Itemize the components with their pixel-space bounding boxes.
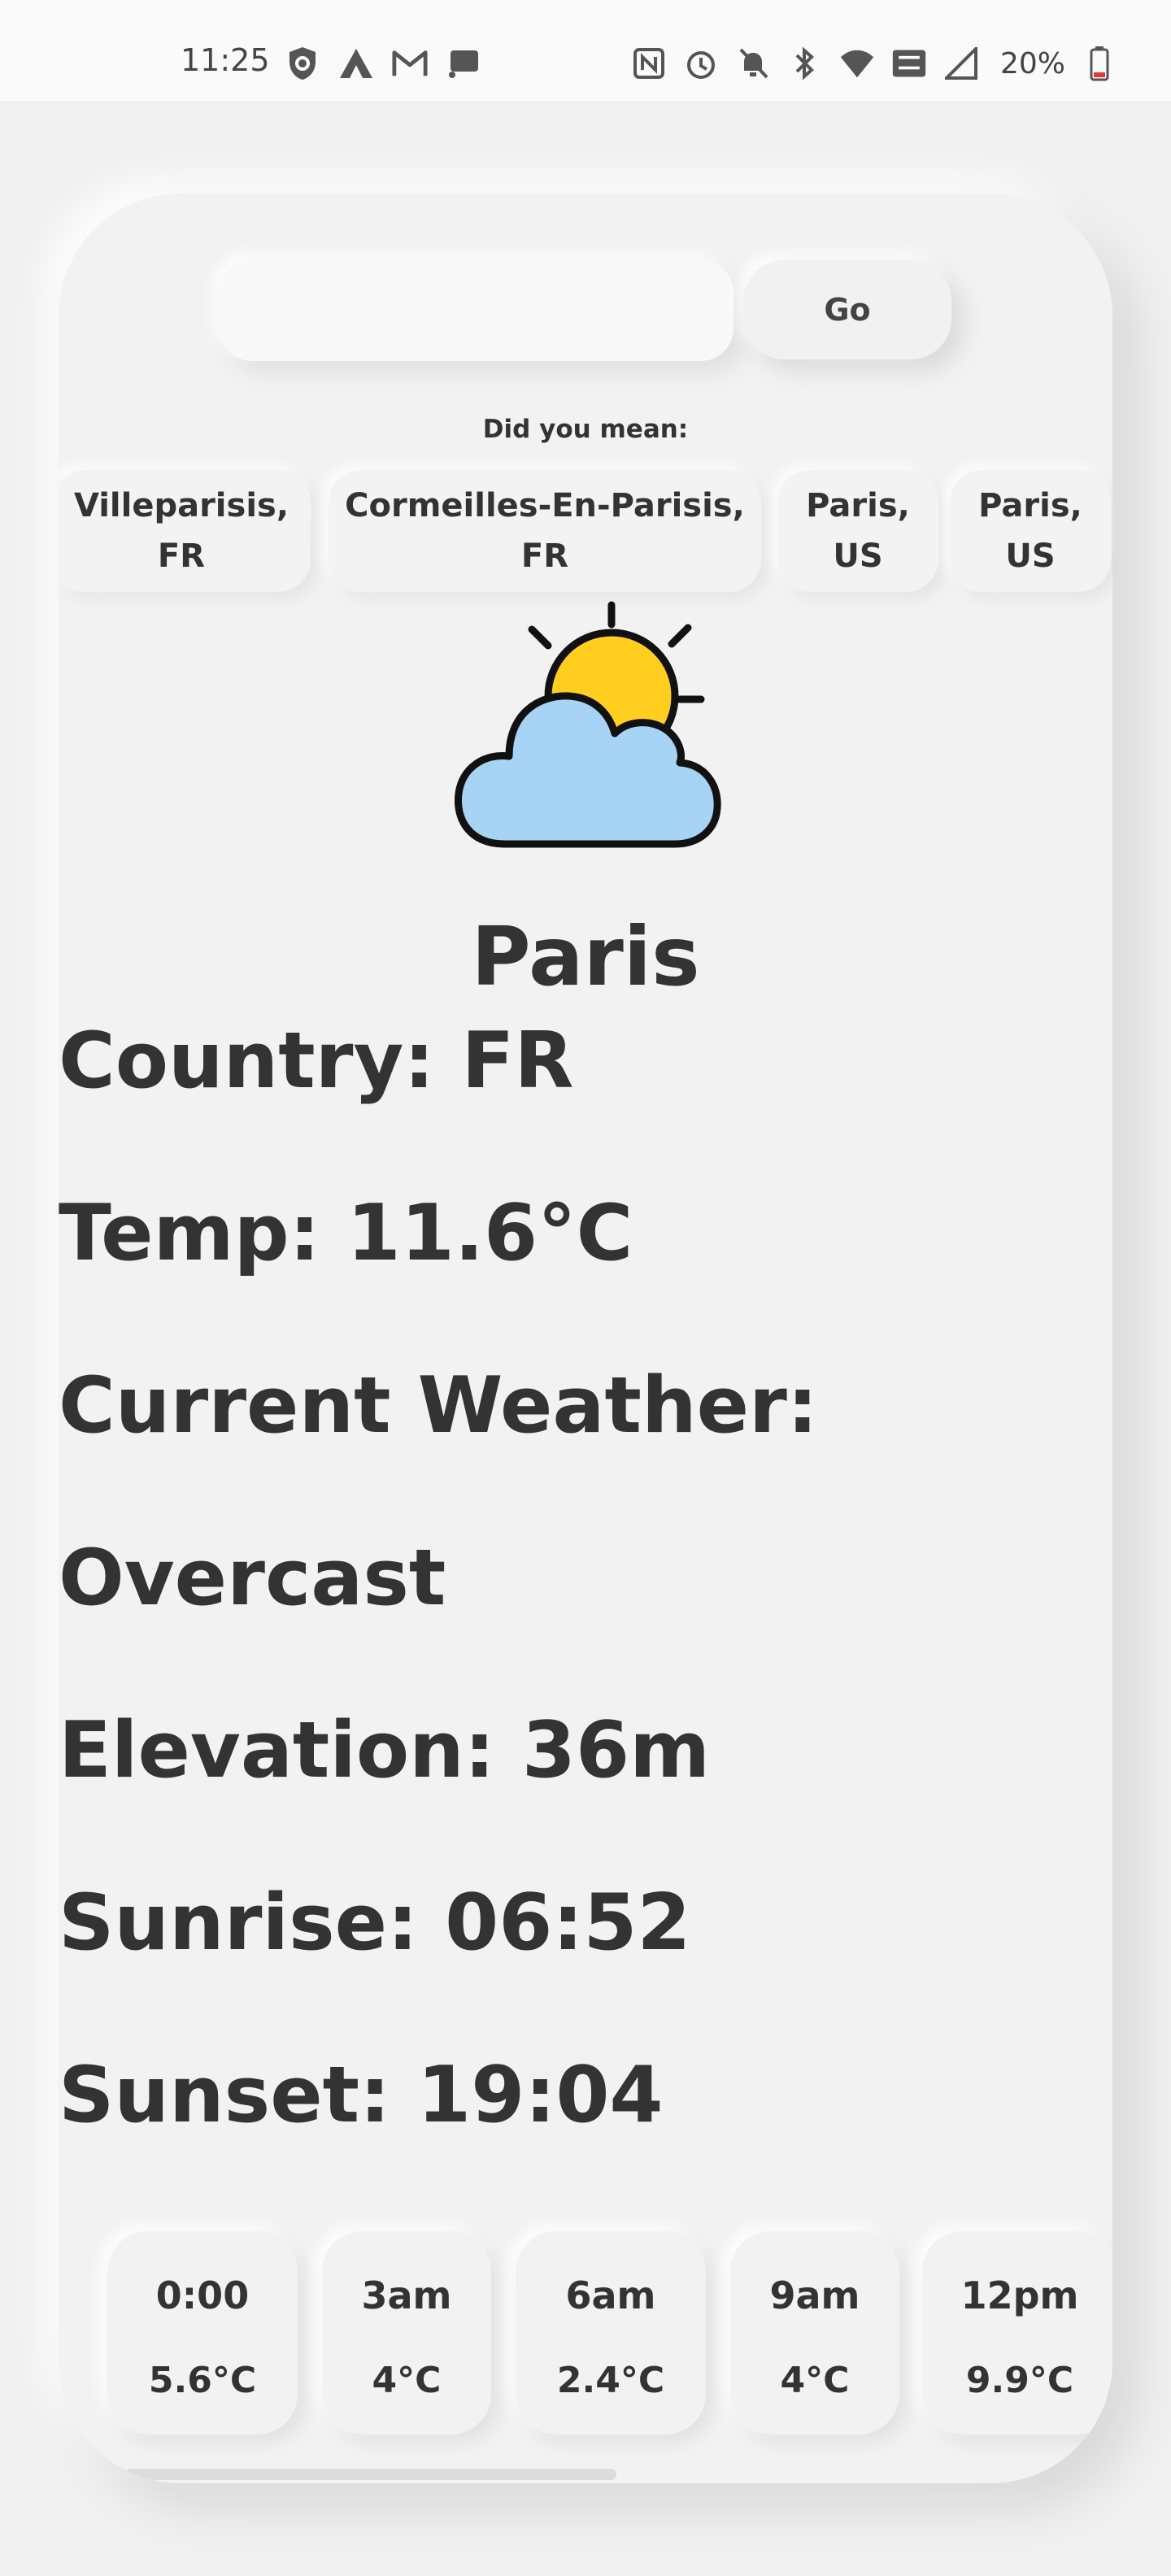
- hourly-scrollbar[interactable]: [125, 2469, 616, 2480]
- hour-temp: 9.9°C: [965, 2360, 1074, 2401]
- hourly-forecast-item: 9am 4°C: [730, 2231, 899, 2435]
- status-icons-right: 20%: [631, 46, 1117, 81]
- suggestion-city: Paris,: [978, 487, 1082, 524]
- artstation-icon: [338, 46, 374, 81]
- hour-time: 0:00: [155, 2274, 250, 2317]
- hour-temp: 5.6°C: [148, 2360, 257, 2401]
- suggestion-chip[interactable]: Paris, US: [950, 470, 1111, 592]
- current-weather-value: Overcast: [59, 1534, 446, 1623]
- suggestion-city: Cormeilles-En-Parisis,: [345, 487, 745, 524]
- suggestion-country: FR: [520, 537, 569, 575]
- status-icons-left: [285, 46, 481, 81]
- suggestion-city: Paris,: [806, 487, 910, 524]
- battery-percent: 20%: [1000, 46, 1066, 80]
- vowifi-icon: [891, 46, 927, 81]
- signal-icon: [943, 46, 979, 81]
- hour-time: 9am: [769, 2274, 860, 2317]
- temperature-text: Temp: 11.6°C: [59, 1189, 633, 1278]
- hourly-forecast-item: 0:00 5.6°C: [107, 2231, 298, 2435]
- status-time: 11:25: [181, 42, 270, 78]
- gmail-icon: [392, 46, 428, 81]
- hour-time: 6am: [565, 2274, 656, 2317]
- wifi-icon: [839, 46, 875, 81]
- hour-temp: 4°C: [780, 2360, 850, 2401]
- hour-temp: 4°C: [372, 2360, 442, 2401]
- battery-icon: [1082, 46, 1117, 81]
- suggestion-country: US: [833, 537, 883, 575]
- sunset-text: Sunset: 19:04: [59, 2051, 664, 2140]
- alarm-icon: [683, 46, 719, 81]
- country-text: Country: FR: [59, 1016, 574, 1106]
- hourly-forecast-item: 3am 4°C: [322, 2231, 491, 2435]
- bell-off-icon: [735, 46, 771, 81]
- hour-time: 12pm: [960, 2274, 1079, 2317]
- suggestion-chip[interactable]: Paris, US: [777, 470, 938, 592]
- sunrise-text: Sunrise: 06:52: [59, 1878, 691, 1968]
- current-weather-label: Current Weather:: [59, 1361, 818, 1451]
- hour-time: 3am: [361, 2274, 452, 2317]
- cast-icon: [446, 46, 481, 81]
- weather-card: Go Did you mean: Villeparisis, FR Cormeil…: [59, 194, 1112, 2483]
- suggestion-city: Villeparisis,: [73, 487, 289, 524]
- search-input[interactable]: [220, 260, 734, 361]
- elevation-text: Elevation: 36m: [59, 1706, 711, 1795]
- city-name: Paris: [471, 909, 700, 1004]
- status-bar: 11:25 20%: [0, 0, 1171, 101]
- suggestion-country: FR: [157, 537, 206, 575]
- hourly-forecast-item: 12pm 9.9°C: [922, 2231, 1112, 2435]
- partly-cloudy-icon: [454, 601, 721, 848]
- hourly-forecast-item: 6am 2.4°C: [516, 2231, 706, 2435]
- suggestion-country: US: [1005, 537, 1056, 575]
- bluetooth-icon: [787, 46, 823, 81]
- shield-icon: [285, 46, 320, 81]
- hour-temp: 2.4°C: [556, 2360, 665, 2401]
- suggestion-chip[interactable]: Cormeilles-En-Parisis, FR: [329, 470, 761, 592]
- go-button[interactable]: Go: [743, 260, 951, 359]
- nfc-icon: [631, 46, 667, 81]
- suggestion-chip[interactable]: Villeparisis, FR: [59, 470, 311, 592]
- suggestions-heading: Did you mean:: [482, 415, 689, 444]
